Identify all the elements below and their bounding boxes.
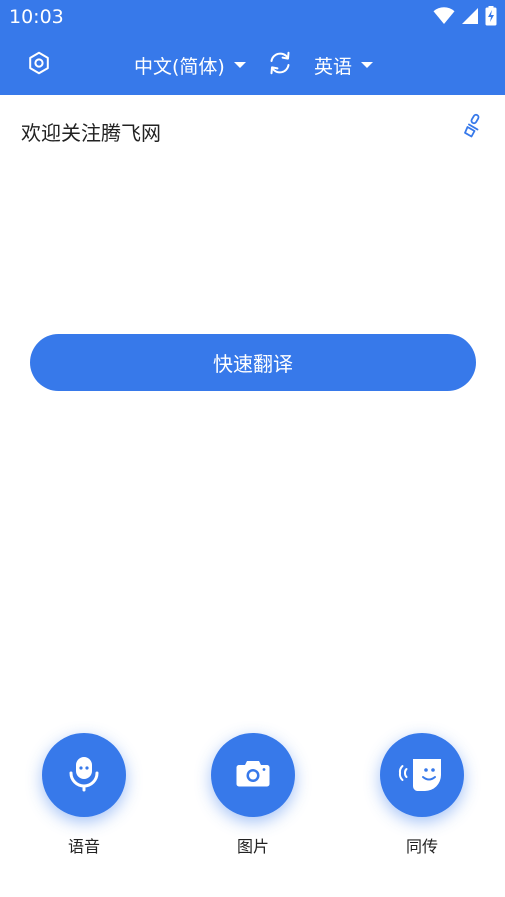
- app-header: 10:03 中文(简体) 英语: [0, 0, 505, 95]
- status-time: 10:03: [9, 6, 64, 28]
- source-text-input[interactable]: [21, 119, 441, 147]
- settings-icon: [27, 51, 51, 79]
- source-language-label: 中文(简体): [134, 55, 225, 78]
- voice-translate-button[interactable]: 语音: [24, 733, 144, 857]
- source-language-selector[interactable]: 中文(简体): [134, 50, 246, 80]
- translator-screen: 10:03 中文(简体) 英语 欢迎关注腾飞网 快速翻译 语音 图片 同传: [0, 0, 505, 897]
- swap-languages-button[interactable]: [266, 51, 294, 79]
- image-label: 图片: [236, 837, 269, 856]
- wifi-icon: [433, 7, 455, 25]
- chevron-down-icon: [361, 62, 374, 68]
- swap-languages-icon: [267, 50, 293, 80]
- simultaneous-interpretation-button[interactable]: 同传: [362, 733, 482, 857]
- target-language-label: 英语: [314, 55, 353, 78]
- brush-clear-icon: [463, 113, 487, 143]
- cell-signal-icon: [461, 7, 479, 25]
- clear-input-button[interactable]: [462, 113, 488, 143]
- simultaneous-interpretation-icon: [396, 753, 448, 797]
- simultaneous-label: 同传: [405, 837, 438, 856]
- simultaneous-button-circle[interactable]: [380, 733, 464, 817]
- target-language-selector[interactable]: 英语: [314, 50, 374, 80]
- voice-label: 语音: [67, 837, 100, 856]
- settings-button[interactable]: [24, 50, 54, 80]
- chevron-down-icon: [233, 62, 246, 68]
- image-button-circle[interactable]: [211, 733, 295, 817]
- voice-button-circle[interactable]: [42, 733, 126, 817]
- microphone-icon: [64, 753, 104, 797]
- camera-icon: [233, 753, 273, 797]
- quick-translate-button[interactable]: 快速翻译: [30, 334, 476, 391]
- image-translate-button[interactable]: 图片: [193, 733, 313, 857]
- status-icons: [433, 5, 497, 27]
- battery-charging-icon: [485, 6, 497, 26]
